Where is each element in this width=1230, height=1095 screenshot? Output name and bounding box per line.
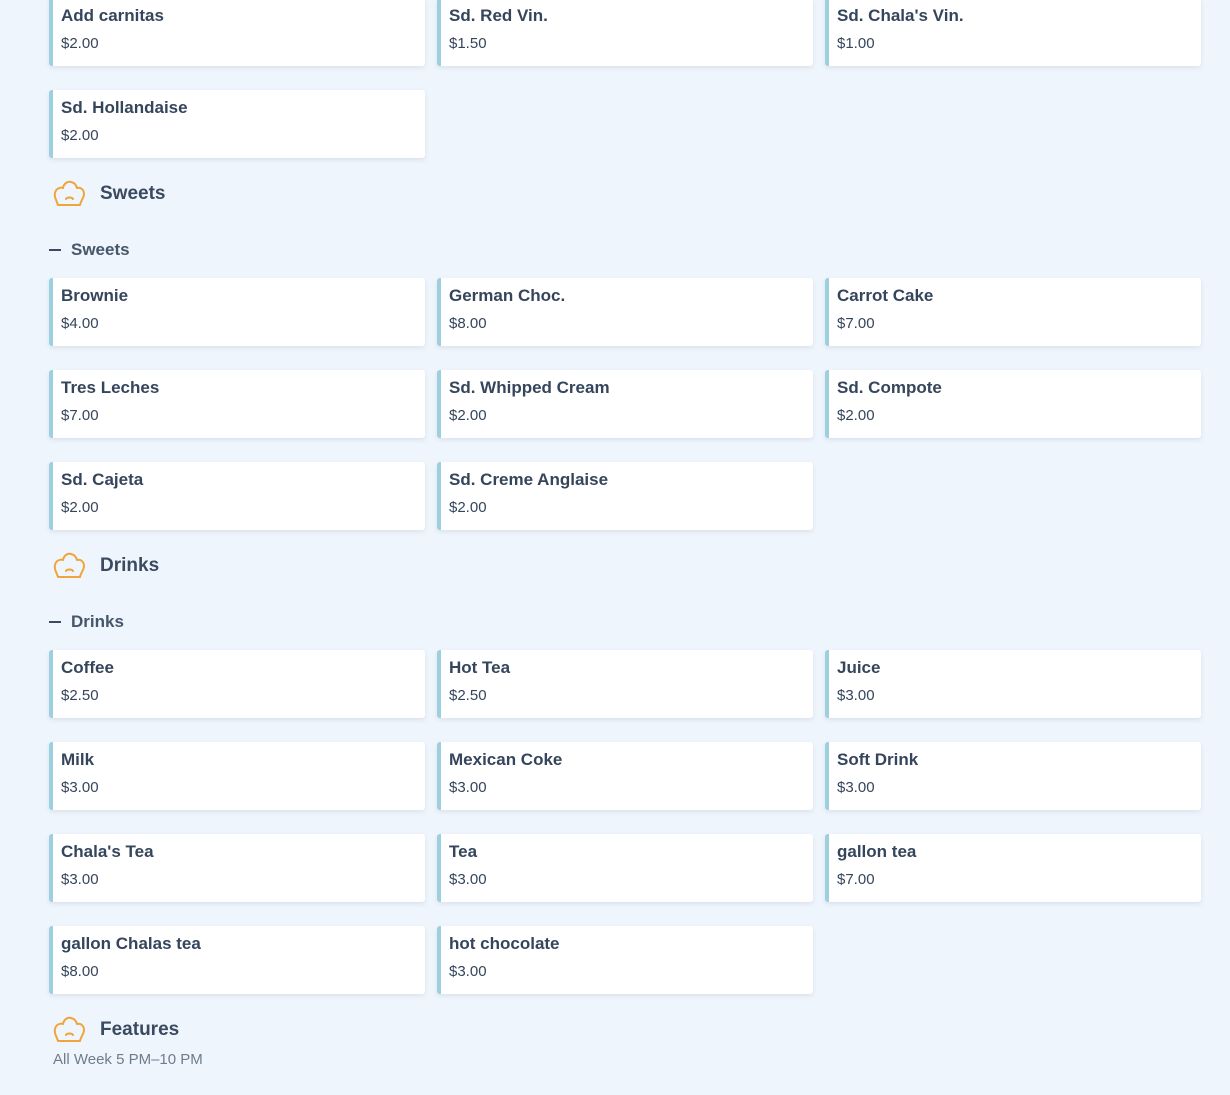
item-name: Sd. Whipped Cream bbox=[449, 378, 610, 397]
item-name: hot chocolate bbox=[449, 934, 560, 953]
menu-item-card[interactable]: Sd. Cajeta $2.00 bbox=[49, 462, 425, 530]
chef-hat-icon bbox=[52, 549, 86, 583]
item-price: $3.00 bbox=[61, 779, 99, 796]
category-header-drinks: Drinks bbox=[49, 546, 159, 586]
menu-page: Add carnitas $2.00 Sd. Red Vin. $1.50 Sd… bbox=[0, 0, 1230, 1095]
menu-item-card[interactable]: German Choc. $8.00 bbox=[437, 278, 813, 346]
subcategory-title: Sweets bbox=[71, 240, 130, 259]
menu-item-card[interactable]: Juice $3.00 bbox=[825, 650, 1201, 718]
category-title: Drinks bbox=[100, 555, 160, 576]
chef-hat-icon bbox=[52, 177, 86, 211]
menu-item-card[interactable]: Sd. Creme Anglaise $2.00 bbox=[437, 462, 813, 530]
item-name: Tea bbox=[449, 842, 478, 861]
item-price: $3.00 bbox=[449, 779, 487, 796]
item-price: $3.00 bbox=[837, 687, 875, 704]
item-name: Sd. Chala's Vin. bbox=[837, 6, 964, 25]
item-name: Hot Tea bbox=[449, 658, 511, 677]
menu-item-card[interactable]: Tres Leches $7.00 bbox=[49, 370, 425, 438]
menu-item-card[interactable]: gallon tea $7.00 bbox=[825, 834, 1201, 902]
item-price: $7.00 bbox=[61, 407, 99, 424]
minus-icon bbox=[49, 249, 61, 251]
menu-item-card[interactable]: Brownie $4.00 bbox=[49, 278, 425, 346]
item-name: Carrot Cake bbox=[837, 286, 934, 305]
subcategory-title: Drinks bbox=[71, 612, 124, 631]
item-price: $4.00 bbox=[61, 315, 99, 332]
menu-item-card[interactable]: Milk $3.00 bbox=[49, 742, 425, 810]
menu-item-card[interactable]: Sd. Red Vin. $1.50 bbox=[437, 0, 813, 66]
extras-grid: Add carnitas $2.00 Sd. Red Vin. $1.50 Sd… bbox=[49, 0, 1201, 158]
menu-item-card[interactable]: Hot Tea $2.50 bbox=[437, 650, 813, 718]
category-hours: All Week 5 PM–10 PM bbox=[53, 1051, 203, 1068]
category-title: Features bbox=[100, 1019, 180, 1040]
item-name: Add carnitas bbox=[61, 6, 164, 25]
item-price: $3.00 bbox=[449, 871, 487, 888]
item-price: $3.00 bbox=[61, 871, 99, 888]
item-price: $2.00 bbox=[449, 499, 487, 516]
menu-item-card[interactable]: Tea $3.00 bbox=[437, 834, 813, 902]
item-price: $2.00 bbox=[61, 499, 99, 516]
item-name: Coffee bbox=[61, 658, 114, 677]
item-name: Sd. Red Vin. bbox=[449, 6, 548, 25]
item-name: German Choc. bbox=[449, 286, 566, 305]
category-header-sweets: Sweets bbox=[49, 174, 165, 214]
item-price: $3.00 bbox=[449, 963, 487, 980]
item-price: $2.00 bbox=[61, 127, 99, 144]
item-price: $2.50 bbox=[61, 687, 99, 704]
item-price: $8.00 bbox=[449, 315, 487, 332]
menu-item-card[interactable]: Sd. Compote $2.00 bbox=[825, 370, 1201, 438]
menu-item-card[interactable]: Chala's Tea $3.00 bbox=[49, 834, 425, 902]
menu-item-card[interactable]: Add carnitas $2.00 bbox=[49, 0, 425, 66]
item-price: $7.00 bbox=[837, 315, 875, 332]
category-title: Sweets bbox=[100, 183, 166, 204]
subcategory-header-sweets[interactable]: Sweets bbox=[49, 240, 130, 260]
item-price: $7.00 bbox=[837, 871, 875, 888]
item-name: Brownie bbox=[61, 286, 129, 305]
menu-item-card[interactable]: gallon Chalas tea $8.00 bbox=[49, 926, 425, 994]
menu-item-card[interactable]: hot chocolate $3.00 bbox=[437, 926, 813, 994]
sweets-grid: Brownie $4.00 German Choc. $8.00 Carrot … bbox=[49, 278, 1201, 530]
item-name: Milk bbox=[61, 750, 95, 769]
menu-item-card[interactable]: Mexican Coke $3.00 bbox=[437, 742, 813, 810]
menu-item-card[interactable]: Sd. Hollandaise $2.00 bbox=[49, 90, 425, 158]
item-price: $8.00 bbox=[61, 963, 99, 980]
drinks-grid: Coffee $2.50 Hot Tea $2.50 Juice $3.00 M… bbox=[49, 650, 1201, 994]
minus-icon bbox=[49, 621, 61, 623]
item-price: $1.00 bbox=[837, 35, 875, 52]
item-name: gallon tea bbox=[837, 842, 917, 861]
subcategory-header-drinks[interactable]: Drinks bbox=[49, 612, 124, 632]
menu-item-card[interactable]: Sd. Chala's Vin. $1.00 bbox=[825, 0, 1201, 66]
menu-item-card[interactable]: Sd. Whipped Cream $2.00 bbox=[437, 370, 813, 438]
chef-hat-icon bbox=[52, 1013, 86, 1047]
item-price: $2.00 bbox=[449, 407, 487, 424]
item-name: Mexican Coke bbox=[449, 750, 563, 769]
item-price: $1.50 bbox=[449, 35, 487, 52]
menu-item-card[interactable]: Coffee $2.50 bbox=[49, 650, 425, 718]
item-name: Chala's Tea bbox=[61, 842, 154, 861]
item-name: Sd. Hollandaise bbox=[61, 98, 188, 117]
menu-item-card[interactable]: Soft Drink $3.00 bbox=[825, 742, 1201, 810]
item-name: Juice bbox=[837, 658, 881, 677]
menu-item-card[interactable]: Carrot Cake $7.00 bbox=[825, 278, 1201, 346]
item-name: Sd. Cajeta bbox=[61, 470, 144, 489]
item-name: Soft Drink bbox=[837, 750, 919, 769]
item-price: $3.00 bbox=[837, 779, 875, 796]
item-name: gallon Chalas tea bbox=[61, 934, 201, 953]
item-price: $2.00 bbox=[837, 407, 875, 424]
item-price: $2.50 bbox=[449, 687, 487, 704]
item-name: Sd. Creme Anglaise bbox=[449, 470, 609, 489]
item-name: Tres Leches bbox=[61, 378, 160, 397]
item-name: Sd. Compote bbox=[837, 378, 942, 397]
category-header-features: Features bbox=[49, 1010, 179, 1050]
item-price: $2.00 bbox=[61, 35, 99, 52]
